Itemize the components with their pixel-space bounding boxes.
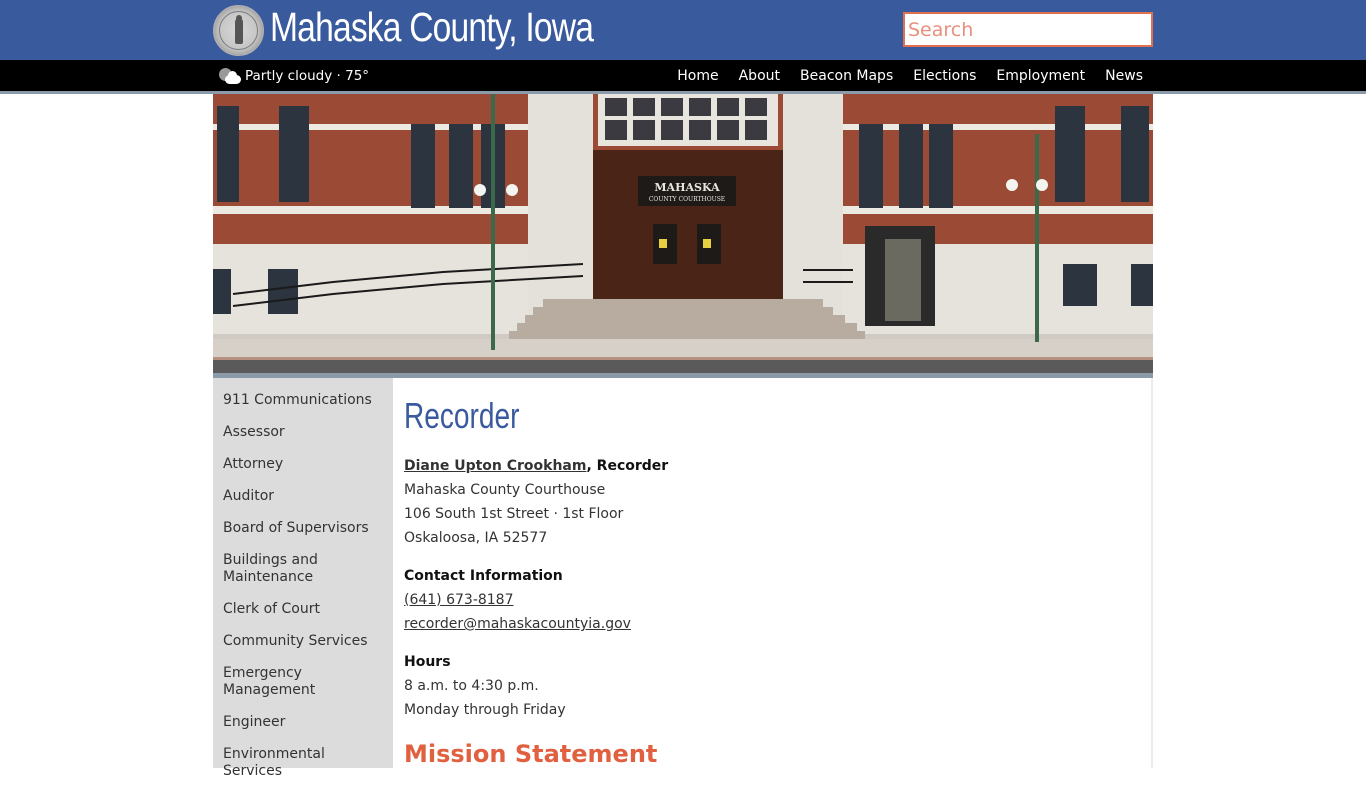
search-input[interactable] [903,12,1153,47]
address-line-2: 106 South 1st Street · 1st Floor [404,506,624,522]
sidebar-item-911-communications[interactable]: 911 Communications [213,390,393,422]
official-name-link[interactable]: Diane Upton Crookham [404,458,586,474]
sidebar-item-emergency-management[interactable]: Emergency Management [213,663,393,712]
official-line: Diane Upton Crookham, Recorder [404,454,1144,478]
nav-employment[interactable]: Employment [996,68,1085,84]
sidebar-item-engineer[interactable]: Engineer [213,712,393,744]
nav-news[interactable]: News [1105,68,1143,84]
content-right-border [1151,378,1153,768]
sign-line2: COUNTY COURTHOUSE [649,196,725,203]
site-header [0,0,1366,60]
weather-text: Partly cloudy · 75° [245,68,370,84]
phone-link[interactable]: (641) 673-8187 [404,592,514,608]
courthouse-hero-image: MAHASKA COUNTY COURTHOUSE [213,94,1153,378]
partly-cloudy-icon [217,64,243,88]
nav-home[interactable]: Home [677,68,718,84]
hours-line-1: 8 a.m. to 4:30 p.m. [404,678,539,694]
address-line-1: Mahaska County Courthouse [404,482,606,498]
sidebar-nav: 911 Communications Assessor Attorney Aud… [213,378,393,779]
official-role: , Recorder [586,458,669,474]
sidebar-item-community-services[interactable]: Community Services [213,631,393,663]
seal-figure [235,18,243,44]
sidebar-item-attorney[interactable]: Attorney [213,454,393,486]
main-content: Recorder Diane Upton Crookham, Recorder … [404,392,1144,770]
sidebar-item-board-of-supervisors[interactable]: Board of Supervisors [213,518,393,550]
phone-line: (641) 673-8187 [404,588,1144,612]
contact-heading-text: Contact Information [404,568,563,584]
email-line: recorder@mahaskacountyia.gov [404,612,1144,636]
site-title[interactable]: Mahaska County, Iowa [270,4,594,51]
sign-line1: MAHASKA [654,181,720,194]
nav-about[interactable]: About [739,68,780,84]
courthouse-photo: MAHASKA COUNTY COURTHOUSE [213,94,1153,378]
email-link[interactable]: recorder@mahaskacountyia.gov [404,616,631,632]
contact-heading: Contact Information [404,564,1144,588]
nav-beacon-maps[interactable]: Beacon Maps [800,68,893,84]
hours-line-2: Monday through Friday [404,702,566,718]
hours-heading: Hours [404,650,1144,674]
weather-widget: Partly cloudy · 75° [217,64,369,88]
page-title: Recorder [404,395,520,436]
address-line-3: Oskaloosa, IA 52577 [404,530,548,546]
mission-statement-heading: Mission Statement [404,740,658,768]
county-seal-logo[interactable] [213,5,264,56]
sidebar-item-assessor[interactable]: Assessor [213,422,393,454]
sidebar-item-auditor[interactable]: Auditor [213,486,393,518]
sidebar-item-environmental-services[interactable]: Environmental Services [213,744,393,793]
nav-elections[interactable]: Elections [913,68,976,84]
sidebar-item-buildings-and-maintenance[interactable]: Buildings and Maintenance [213,550,393,599]
main-nav: Home About Beacon Maps Elections Employm… [657,60,1143,91]
hours-heading-text: Hours [404,654,451,670]
sidebar-item-clerk-of-court[interactable]: Clerk of Court [213,599,393,631]
